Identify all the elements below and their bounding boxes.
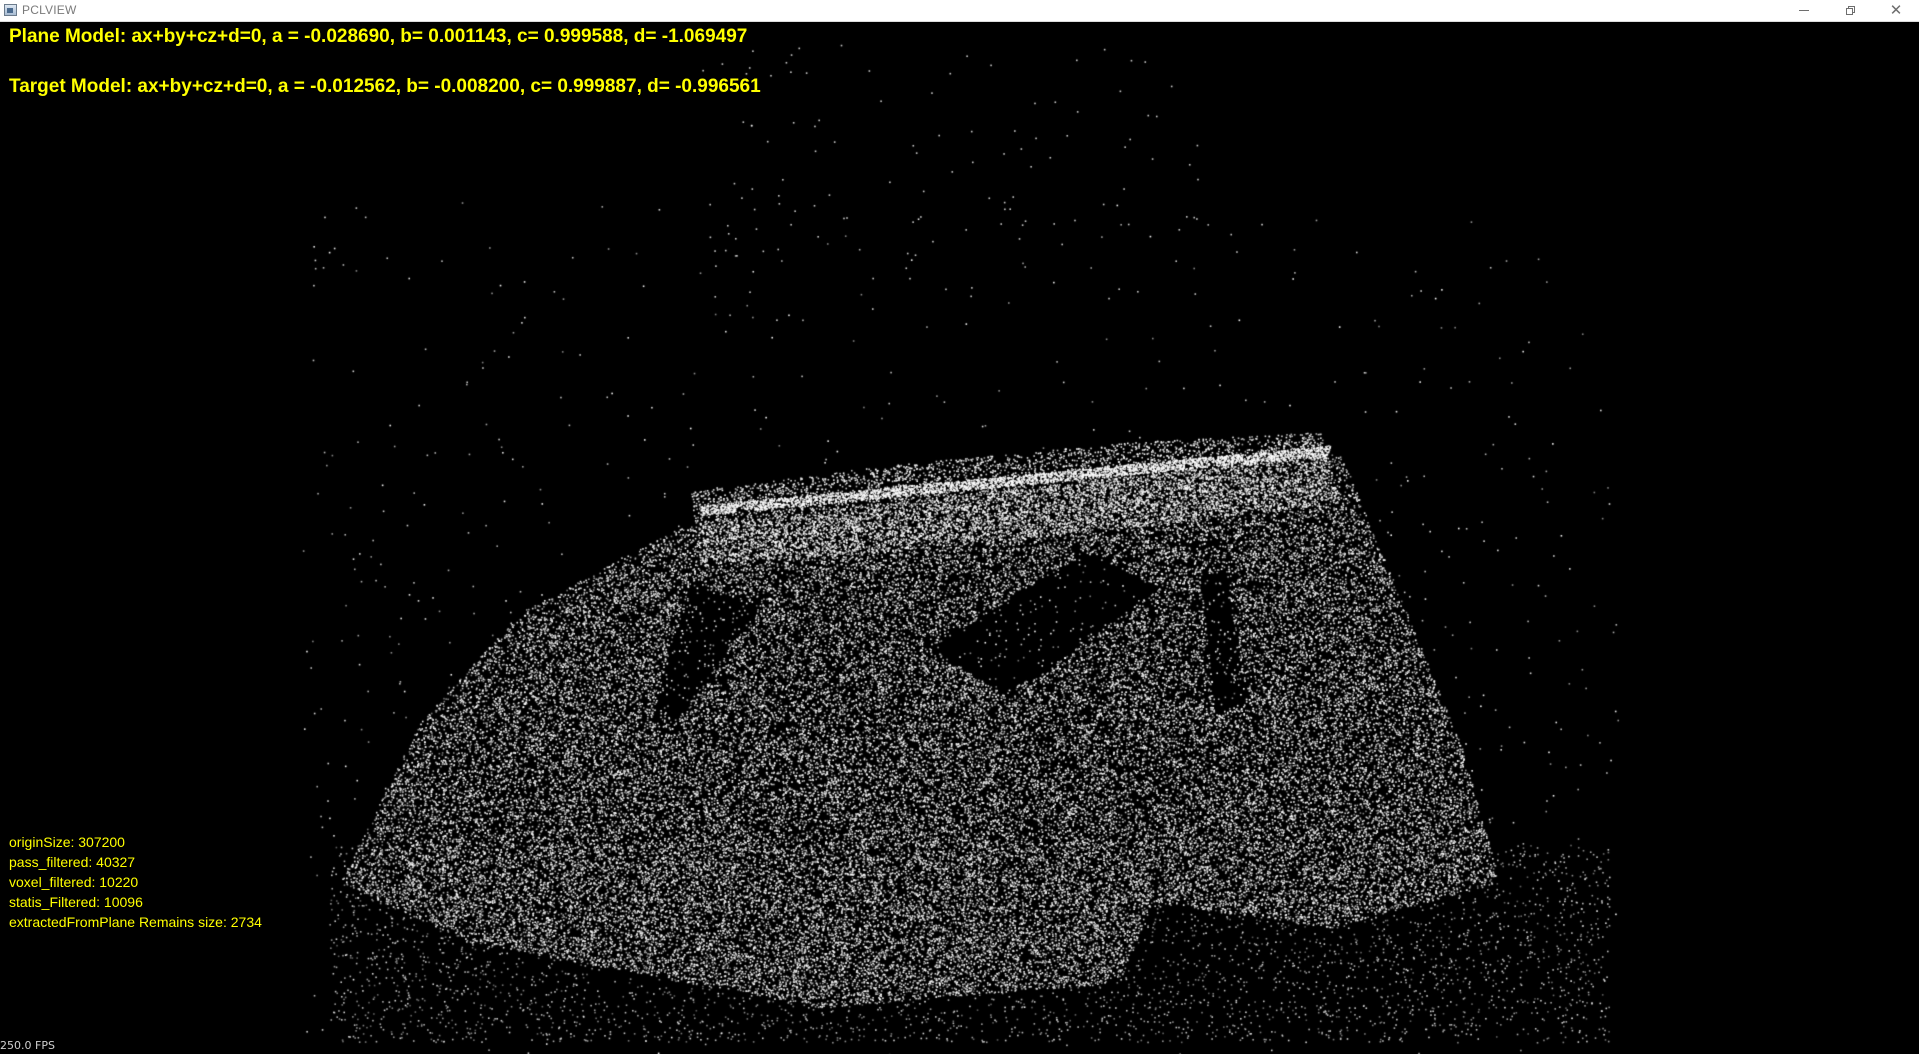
stat-pass-filtered: pass_filtered: 40327 [9, 854, 136, 870]
filter-stats: originSize: 307200 pass_filtered: 40327 … [9, 832, 262, 932]
target-model-text: Target Model: ax+by+cz+d=0, a = -0.01256… [9, 76, 761, 97]
title-bar[interactable]: PCLVIEW ✕ [0, 0, 1919, 22]
stat-origin-size: originSize: 307200 [9, 834, 125, 850]
minimize-icon [1799, 10, 1809, 11]
close-icon: ✕ [1889, 1, 1903, 19]
stat-extracted-remains: extractedFromPlane Remains size: 2734 [9, 914, 262, 930]
stat-voxel-filtered: voxel_filtered: 10220 [9, 874, 139, 890]
stat-statis-filtered: statis_Filtered: 10096 [9, 894, 143, 910]
close-button[interactable]: ✕ [1873, 0, 1919, 21]
restore-icon [1845, 6, 1855, 15]
point-cloud-viewport[interactable]: Plane Model: ax+by+cz+d=0, a = -0.028690… [0, 22, 1919, 1054]
app-window-icon [4, 4, 17, 16]
restore-button[interactable] [1827, 0, 1873, 21]
minimize-button[interactable] [1781, 0, 1827, 21]
window-title: PCLVIEW [22, 3, 77, 17]
pclview-window: PCLVIEW ✕ Plane Model: ax+by+cz+d=0, a =… [0, 0, 1919, 1054]
plane-model-text: Plane Model: ax+by+cz+d=0, a = -0.028690… [9, 26, 748, 47]
point-cloud-canvas[interactable] [0, 22, 1919, 1054]
fps-counter: 250.0 FPS [0, 1039, 55, 1052]
